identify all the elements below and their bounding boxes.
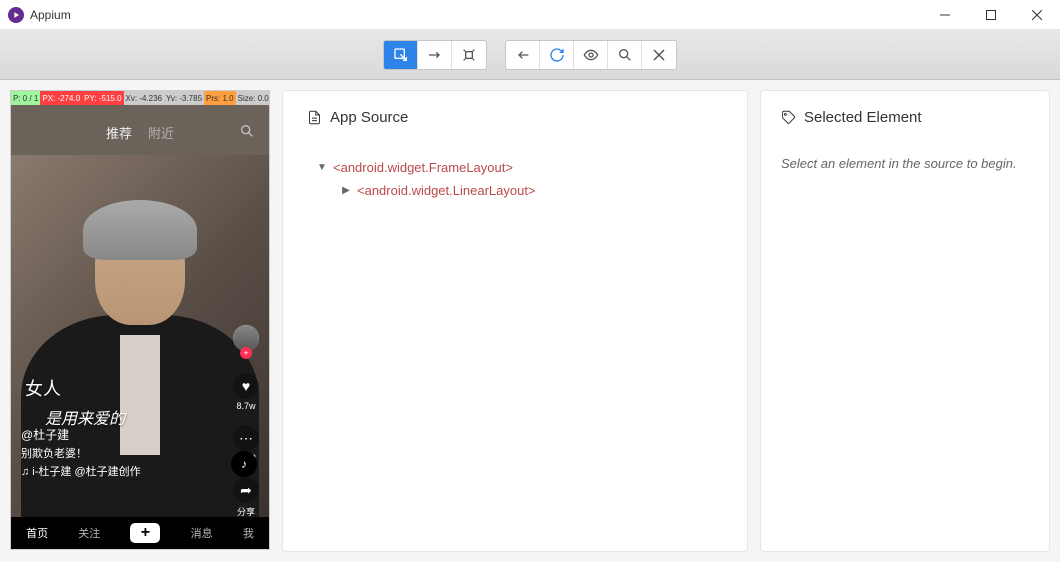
quit-button[interactable] <box>642 41 676 69</box>
nav-me: 我 <box>243 525 254 541</box>
follow-plus-icon: + <box>240 347 252 359</box>
window-title: Appium <box>30 8 71 22</box>
titlebar: Appium <box>0 0 1060 30</box>
app-source-panel: App Source ▼ <android.widget.FrameLayout… <box>282 90 748 552</box>
side-actions: + ♥ 8.7w ⋯ 2302 ➦ 分享 <box>233 325 259 518</box>
person-head <box>95 215 185 325</box>
tree-node-framelayout[interactable]: ▼ <android.widget.FrameLayout> <box>317 156 723 179</box>
tab-nearby: 附近 <box>148 123 174 142</box>
source-panel-header: App Source <box>307 109 723 126</box>
tag-icon <box>781 110 796 125</box>
nav-follow: 关注 <box>78 525 100 541</box>
maximize-button[interactable] <box>968 0 1014 30</box>
nav-home: 首页 <box>26 525 48 541</box>
screen-top-tabs: 推荐 附近 <box>11 123 269 142</box>
share-action: ➦ 分享 <box>233 477 259 518</box>
tree-node-label: <android.widget.FrameLayout> <box>333 160 513 175</box>
stat-size: Size: 0.02 <box>236 91 270 105</box>
expand-arrow-icon[interactable]: ▶ <box>341 185 351 196</box>
title-left: Appium <box>8 7 71 23</box>
refresh-button[interactable] <box>540 41 574 69</box>
content-area: P: 0 / 1 PX: -274.0 PY: -515.0 Xv: -4.23… <box>0 80 1060 562</box>
expand-arrow-icon[interactable]: ▼ <box>317 162 327 173</box>
source-tree: ▼ <android.widget.FrameLayout> ▶ <androi… <box>307 156 723 202</box>
stat-yv: Yv: -3.785 <box>164 91 204 105</box>
selected-panel-header: Selected Element <box>781 109 1029 126</box>
nav-plus-icon: + <box>130 523 160 543</box>
window-controls <box>922 0 1060 30</box>
device-statusbar: P: 0 / 1 PX: -274.0 PY: -515.0 Xv: -4.23… <box>11 91 269 105</box>
swipe-button[interactable] <box>418 41 452 69</box>
bottom-nav: 首页 关注 + 消息 我 <box>11 517 269 549</box>
recording-button[interactable] <box>574 41 608 69</box>
app-icon <box>8 7 24 23</box>
tree-node-linearlayout[interactable]: ▶ <android.widget.LinearLayout> <box>341 179 723 202</box>
search-icon <box>239 123 255 139</box>
back-button[interactable] <box>506 41 540 69</box>
video-area: + ♥ 8.7w ⋯ 2302 ➦ 分享 女人 <box>11 155 269 519</box>
minimize-button[interactable] <box>922 0 968 30</box>
select-mode-group <box>383 40 487 70</box>
stat-p: P: 0 / 1 <box>11 91 40 105</box>
meta-author: @杜子建 <box>21 426 141 443</box>
nav-message: 消息 <box>191 525 213 541</box>
action-group <box>505 40 677 70</box>
avatar-action: + <box>233 325 259 359</box>
video-caption: 女人 是用来爱的 <box>25 375 125 429</box>
share-icon: ➦ <box>233 477 259 503</box>
meta-line1: 别欺负老婆！ <box>21 445 141 461</box>
selected-panel-title: Selected Element <box>804 109 922 126</box>
select-elements-button[interactable] <box>384 41 418 69</box>
video-meta: @杜子建 别欺负老婆！ ♫ i-杜子建 @杜子建创作 <box>21 426 141 479</box>
source-panel-title: App Source <box>330 109 408 126</box>
stat-prs: Prs: 1.0 <box>204 91 236 105</box>
like-action: ♥ 8.7w <box>233 373 259 411</box>
file-icon <box>307 110 322 125</box>
toolbar <box>0 30 1060 80</box>
selected-placeholder: Select an element in the source to begin… <box>781 156 1029 171</box>
selected-element-panel: Selected Element Select an element in th… <box>760 90 1050 552</box>
stat-py: PY: -515.0 <box>82 91 123 105</box>
music-disc-icon: ♪ <box>231 451 257 477</box>
stat-px: PX: -274.0 <box>40 91 82 105</box>
tab-recommend: 推荐 <box>106 123 132 142</box>
device-screenshot[interactable]: P: 0 / 1 PX: -274.0 PY: -515.0 Xv: -4.23… <box>10 90 270 550</box>
tap-coordinates-button[interactable] <box>452 41 486 69</box>
stat-xv: Xv: -4.236 <box>124 91 164 105</box>
like-count: 8.7w <box>236 401 255 411</box>
meta-line2: ♫ i-杜子建 @杜子建创作 <box>21 463 141 479</box>
tree-node-label: <android.widget.LinearLayout> <box>357 183 536 198</box>
heart-icon: ♥ <box>233 373 259 399</box>
search-button[interactable] <box>608 41 642 69</box>
caption-line1: 女人 <box>25 375 125 401</box>
close-button[interactable] <box>1014 0 1060 30</box>
screen-body: 推荐 附近 + <box>11 105 269 549</box>
comment-icon: ⋯ <box>233 425 259 451</box>
person-hair <box>83 200 197 260</box>
